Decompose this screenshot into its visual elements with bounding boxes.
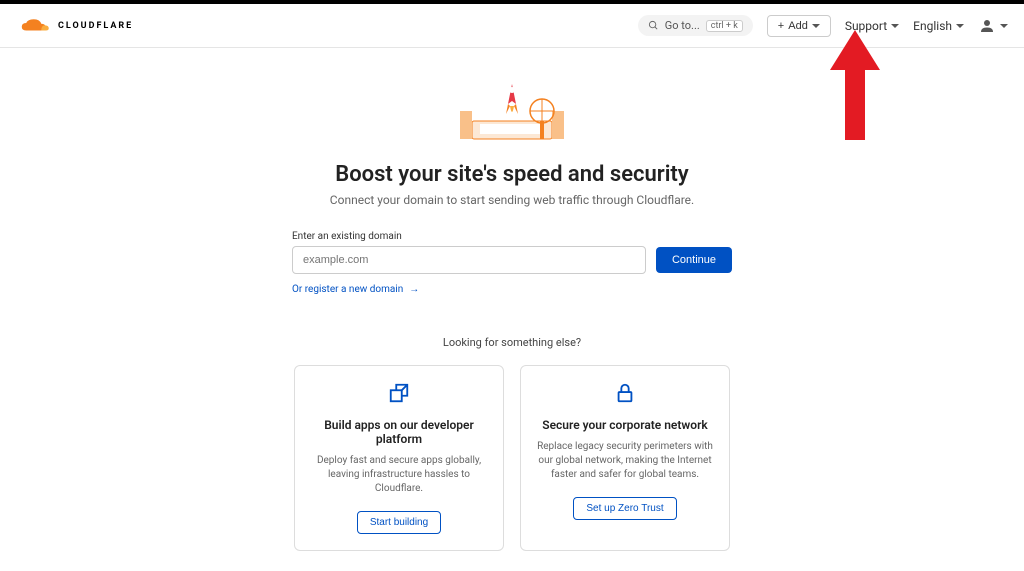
domain-label: Enter an existing domain <box>292 231 732 242</box>
cloudflare-logo[interactable]: CLOUDFLARE <box>16 17 133 35</box>
start-building-button[interactable]: Start building <box>357 511 441 534</box>
card-title: Secure your corporate network <box>535 418 715 432</box>
domain-form: Enter an existing domain Continue Or reg… <box>292 231 732 296</box>
add-button[interactable]: + Add <box>767 15 831 37</box>
plus-icon: + <box>778 20 784 32</box>
domain-input[interactable] <box>292 246 646 274</box>
chevron-down-icon <box>1000 24 1008 28</box>
card-desc: Replace legacy security perimeters with … <box>535 440 715 482</box>
developer-platform-card: Build apps on our developer platform Dep… <box>294 365 504 551</box>
looking-for-text: Looking for something else? <box>0 336 1024 349</box>
goto-label: Go to... <box>665 19 700 32</box>
language-dropdown[interactable]: English <box>913 19 964 33</box>
register-domain-link[interactable]: Or register a new domain → <box>292 284 419 295</box>
logo-text: CLOUDFLARE <box>58 21 133 31</box>
register-link-text: Or register a new domain <box>292 284 403 295</box>
header-right: Go to... ctrl + k + Add Support English <box>638 15 1008 37</box>
goto-search[interactable]: Go to... ctrl + k <box>638 15 753 36</box>
lock-icon <box>614 382 636 404</box>
annotation-arrow <box>830 30 880 140</box>
card-title: Build apps on our developer platform <box>309 418 489 446</box>
hero-title: Boost your site's speed and security <box>0 162 1024 187</box>
hero-illustration <box>432 76 592 146</box>
cards-container: Build apps on our developer platform Dep… <box>0 365 1024 551</box>
chevron-down-icon <box>812 24 820 28</box>
zero-trust-card: Secure your corporate network Replace le… <box>520 365 730 551</box>
language-label: English <box>913 19 952 33</box>
chevron-down-icon <box>956 24 964 28</box>
chevron-down-icon <box>891 24 899 28</box>
goto-shortcut: ctrl + k <box>706 20 743 32</box>
card-desc: Deploy fast and secure apps globally, le… <box>309 454 489 496</box>
deploy-icon <box>388 382 410 404</box>
account-dropdown[interactable] <box>978 17 1008 35</box>
search-icon <box>648 20 659 31</box>
user-icon <box>978 17 996 35</box>
cloudflare-cloud-icon <box>16 17 56 35</box>
continue-button[interactable]: Continue <box>656 247 732 273</box>
setup-zero-trust-button[interactable]: Set up Zero Trust <box>573 497 676 520</box>
hero-subtitle: Connect your domain to start sending web… <box>0 193 1024 207</box>
arrow-right-icon: → <box>409 284 419 295</box>
add-label: Add <box>788 20 808 32</box>
